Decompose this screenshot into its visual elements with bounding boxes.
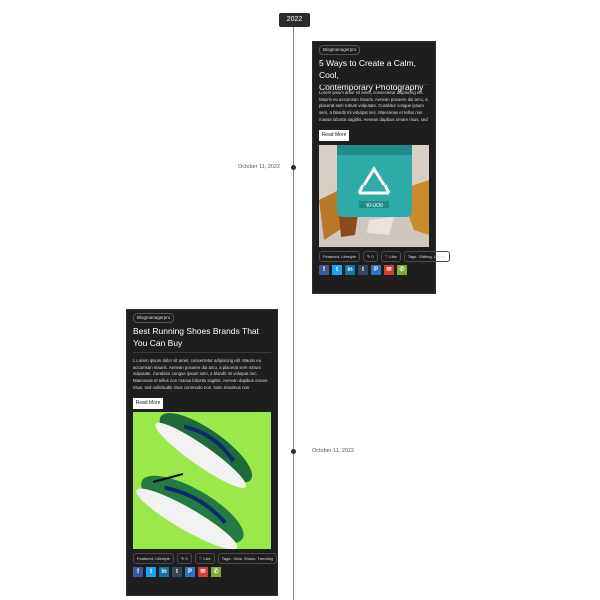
share-icons: f t in t P ✉ ✆	[133, 567, 221, 577]
author-badge[interactable]: Blogmanagerpro	[133, 313, 175, 323]
divider	[319, 84, 429, 85]
author-badge[interactable]: Blogmanagerpro	[319, 45, 361, 55]
post-title[interactable]: 5 Ways to Create a Calm, Cool, Contempor…	[319, 57, 435, 93]
post-image[interactable]: ꟻ0-UO0	[319, 145, 429, 247]
comment-count[interactable]: ✎ 0	[362, 251, 378, 262]
read-more-button[interactable]: Read More	[319, 130, 349, 141]
post-title-line[interactable]: 5 Ways to Create a Calm, Cool,	[319, 57, 435, 81]
recycle-cup-photo: ꟻ0-UO0	[319, 145, 429, 247]
post-date: October 11, 2022	[238, 164, 281, 170]
twitter-icon[interactable]: t	[146, 567, 156, 577]
divider	[133, 352, 271, 353]
category-chip[interactable]: Featured, Lifestyle	[133, 553, 174, 564]
tumblr-icon[interactable]: t	[358, 265, 368, 275]
post-image[interactable]	[133, 412, 271, 549]
share-icons: f t in t P ✉ ✆	[319, 265, 407, 275]
post-title-line[interactable]: Best Running Shoes Brands That	[133, 325, 259, 337]
twitter-icon[interactable]: t	[332, 265, 342, 275]
comment-icon: ✎	[366, 254, 371, 259]
category-chip[interactable]: Featured, Lifestyle	[319, 251, 360, 262]
heart-icon: ♡	[384, 254, 389, 259]
linkedin-icon[interactable]: in	[159, 567, 169, 577]
read-more-button[interactable]: Read More	[133, 398, 163, 409]
timeline-dot	[291, 165, 296, 170]
email-icon[interactable]: ✉	[198, 567, 208, 577]
heart-icon: ♡	[198, 556, 203, 561]
post-title[interactable]: Best Running Shoes Brands That You Can B…	[133, 325, 259, 349]
running-shoes-photo	[133, 412, 271, 549]
facebook-icon[interactable]: f	[133, 567, 143, 577]
post-meta: Featured, Lifestyle ✎ 0 ♡ Like Tags : Gi…	[133, 553, 278, 564]
timeline-dot	[291, 449, 296, 454]
whatsapp-icon[interactable]: ✆	[397, 265, 407, 275]
timeline-line	[293, 27, 294, 600]
email-icon[interactable]: ✉	[384, 265, 394, 275]
post-title-line[interactable]: You Can Buy	[133, 337, 259, 349]
facebook-icon[interactable]: f	[319, 265, 329, 275]
tags-chip[interactable]: Tags : Girls, Shoes, Trending	[217, 553, 278, 564]
like-button[interactable]: ♡ Like	[194, 553, 215, 564]
pinterest-icon[interactable]: P	[371, 265, 381, 275]
tags-chip[interactable]: Tags : Editing, Laptop	[403, 251, 451, 262]
post-excerpt: L Lorem ipsum dolor sit amet, consectetu…	[133, 358, 268, 390]
like-button[interactable]: ♡ Like	[380, 251, 401, 262]
post-card: Blogmanagerpro Best Running Shoes Brands…	[126, 309, 278, 596]
year-badge: 2022	[279, 13, 310, 27]
tumblr-icon[interactable]: t	[172, 567, 182, 577]
post-excerpt: Lorem ipsum dolor sit amet, consectetur …	[319, 90, 428, 124]
post-card: Blogmanagerpro 5 Ways to Create a Calm, …	[312, 41, 451, 294]
linkedin-icon[interactable]: in	[345, 265, 355, 275]
comment-icon: ✎	[180, 556, 185, 561]
comment-count[interactable]: ✎ 0	[176, 553, 192, 564]
whatsapp-icon[interactable]: ✆	[211, 567, 221, 577]
post-date: October 11, 2022	[312, 448, 355, 454]
pinterest-icon[interactable]: P	[185, 567, 195, 577]
svg-text:ꟻ0-UO0: ꟻ0-UO0	[365, 203, 383, 209]
post-meta: Featured, Lifestyle ✎ 0 ♡ Like Tags : Ed…	[319, 251, 451, 262]
